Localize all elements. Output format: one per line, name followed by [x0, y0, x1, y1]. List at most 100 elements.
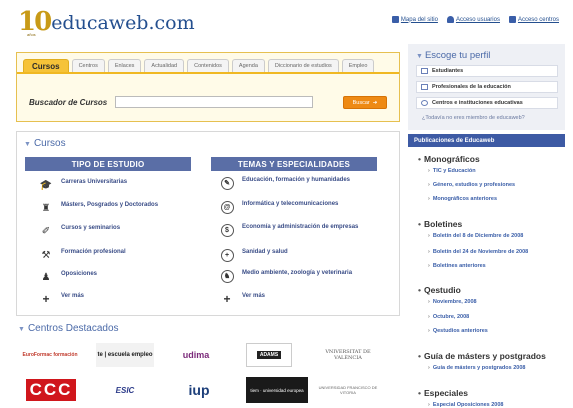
pub-link[interactable]: › Qestudios anteriores — [428, 328, 488, 334]
animal-circle-icon: ♞ — [220, 269, 234, 283]
centro-logo-ufv[interactable]: UNIVERSIDAD FRANCISCO DE VITORIA — [318, 377, 378, 403]
pub-link-text: Especial Oposiciones 2008 — [432, 402, 504, 408]
centro-logo-valencia[interactable]: VNIVERSITAT DE VALÈNCIA — [318, 343, 378, 367]
centro-logo-adams[interactable]: ADAMS — [246, 343, 292, 367]
centro-logo-tiem[interactable]: tiem · universidad europea — [246, 377, 308, 403]
group-title[interactable]: • Monográficos — [418, 154, 480, 164]
dollar-circle-icon: $ — [220, 223, 234, 237]
tab-diccionario[interactable]: Diccionario de estudios — [267, 59, 339, 72]
tab-centros[interactable]: Centros — [71, 59, 105, 72]
search-button[interactable]: Buscar ➜ — [343, 96, 387, 109]
pub-link-text: Boletín del 8 de Diciembre de 2008 — [432, 233, 524, 239]
pub-link[interactable]: › Octubre, 2008 — [428, 314, 469, 320]
tab-agenda[interactable]: Agenda — [231, 59, 265, 72]
list-item[interactable]: ✐ Cursos y seminarios — [39, 224, 120, 238]
perfil-estudiantes[interactable]: Estudiantes — [416, 65, 558, 77]
search-panel: Cursos Centros Enlaces Actualidad Conten… — [16, 52, 400, 122]
centro-logo-ccc[interactable]: CCC — [20, 377, 82, 403]
search-input[interactable] — [115, 96, 313, 108]
ver-mas-temas[interactable]: + Ver más — [220, 292, 265, 306]
tab-contenidos[interactable]: Contenidos — [187, 59, 229, 72]
sitemap-link[interactable]: Mapa del sitio — [391, 16, 438, 23]
pub-link[interactable]: › TIC y Educación — [428, 168, 476, 174]
centro-logo-te[interactable]: te | escuela empleo — [96, 343, 154, 367]
logo-text: CCC — [25, 379, 77, 401]
tab-cursos[interactable]: Cursos — [23, 59, 69, 72]
triangle-down-icon: ▼ — [416, 53, 423, 60]
list-item-label: Cursos y seminarios — [61, 225, 121, 231]
search-button-label: Buscar — [352, 99, 370, 106]
pub-link-text: Monográficos anteriores — [432, 196, 498, 202]
group-title[interactable]: • Guía de másters y postgrados — [418, 351, 546, 361]
pub-link[interactable]: › Especial Oposiciones 2008 — [428, 402, 503, 408]
list-item-label: Educación, formación y humanidades — [242, 177, 351, 183]
ver-mas-tipo[interactable]: + Ver más — [39, 292, 84, 306]
ver-mas-label: Ver más — [61, 293, 85, 299]
monitor-icon — [508, 16, 516, 23]
publicaciones-panel: • Monográficos › TIC y Educación › Género, … — [408, 147, 565, 408]
group-title-text: Monográficos — [423, 154, 480, 164]
perfil-title-text: Escoge tu perfil — [424, 50, 491, 61]
list-item[interactable]: $ Economía y administración de empresas — [220, 223, 367, 237]
educaweb-logo[interactable]: 10 educaweb.com años — [18, 7, 195, 37]
group-title[interactable]: • Boletines — [418, 219, 462, 229]
group-title-text: Especiales — [423, 388, 468, 398]
member-link[interactable]: ¿Todavía no eres miembro de educaweb? — [422, 115, 525, 121]
centro-logo-euroformac[interactable]: EuroFormac formación — [18, 343, 82, 367]
pub-link[interactable]: › Noviembre, 2008 — [428, 299, 477, 305]
group-title[interactable]: • Qestudio — [418, 285, 461, 295]
group-title[interactable]: • Especiales — [418, 388, 468, 398]
centro-logo-esic[interactable]: ESIC — [96, 377, 154, 403]
user-icon — [446, 16, 454, 23]
building-icon — [421, 100, 428, 106]
list-item[interactable]: ⚒ Formación profesional — [39, 248, 126, 262]
perfil-centros[interactable]: Centros e instituciones educativas — [416, 97, 558, 109]
header: 10 educaweb.com años Mapa del sitio Acce… — [0, 0, 573, 40]
perfil-item-label: Centros e instituciones educativas — [432, 100, 523, 106]
list-item[interactable]: ♞ Medio ambiente, zoología y veterinaria — [220, 269, 362, 283]
cursos-title[interactable]: ▼ Cursos — [24, 138, 66, 149]
publicaciones-header: Publicaciones de Educaweb — [408, 134, 565, 147]
list-item-label: Sanidad y salud — [242, 249, 288, 255]
pub-link[interactable]: › Boletines anteriores — [428, 263, 486, 269]
pen-circle-icon: ✎ — [220, 176, 234, 190]
user-access-label: Acceso usuarios — [455, 16, 500, 23]
group-title-text: Guía de másters y postgrados — [423, 351, 546, 361]
tab-underline — [17, 72, 399, 74]
pub-link[interactable]: › Boletín del 8 de Diciembre de 2008 — [428, 233, 523, 239]
plus-icon: + — [42, 292, 50, 306]
center-access-link[interactable]: Acceso centros — [508, 16, 559, 23]
pub-link-text: Boletines anteriores — [432, 263, 486, 269]
cursos-title-text: Cursos — [33, 138, 66, 149]
list-item[interactable]: @ Informática y telecomunicaciones — [220, 200, 372, 214]
centros-title[interactable]: ▼ Centros Destacados — [18, 323, 119, 334]
tab-empleo[interactable]: Empleo — [341, 59, 375, 72]
list-item[interactable]: ✎ Educación, formación y humanidades — [220, 176, 362, 190]
pub-link[interactable]: › Boletín del 24 de Noviembre de 2008 — [428, 249, 528, 255]
tab-enlaces[interactable]: Enlaces — [107, 59, 142, 72]
perfil-profesionales[interactable]: Profesionales de la educación — [416, 81, 558, 93]
teacher-icon — [421, 84, 428, 90]
user-access-link[interactable]: Acceso usuarios — [446, 16, 500, 23]
list-item-label: Carreras Universitarias — [61, 179, 128, 185]
list-item[interactable]: ♜ Másters, Posgrados y Doctorados — [39, 201, 159, 215]
centro-logo-iup[interactable]: iup — [168, 377, 230, 403]
list-item[interactable]: 🎓 Carreras Universitarias — [39, 178, 127, 192]
medical-circle-icon: + — [220, 248, 234, 262]
tools-icon: ⚒ — [41, 249, 51, 261]
tab-actualidad[interactable]: Actualidad — [144, 59, 185, 72]
logo-number: 10 — [18, 7, 52, 37]
triangle-down-icon: ▼ — [24, 141, 31, 148]
pub-link-text: TIC y Educación — [432, 168, 476, 174]
list-item[interactable]: ♟ Oposiciones — [39, 270, 98, 284]
centro-logo-udima[interactable]: udima — [168, 343, 224, 367]
tipo-estudio-header: TIPO DE ESTUDIO — [25, 157, 191, 171]
pub-link[interactable]: › Monográficos anteriores — [428, 196, 497, 202]
list-item-label: Economía y administración de empresas — [242, 224, 359, 230]
pub-link[interactable]: › Guía de másters y postgrados 2008 — [428, 365, 525, 371]
pub-link[interactable]: › Género, estudios y profesiones — [428, 182, 515, 188]
logo-text: VNIVERSITAT DE VALÈNCIA — [325, 349, 371, 361]
list-item-label: Informática y telecomunicaciones — [242, 201, 339, 207]
list-item[interactable]: + Sanidad y salud — [220, 248, 288, 262]
pub-link-text: Noviembre, 2008 — [432, 299, 477, 305]
